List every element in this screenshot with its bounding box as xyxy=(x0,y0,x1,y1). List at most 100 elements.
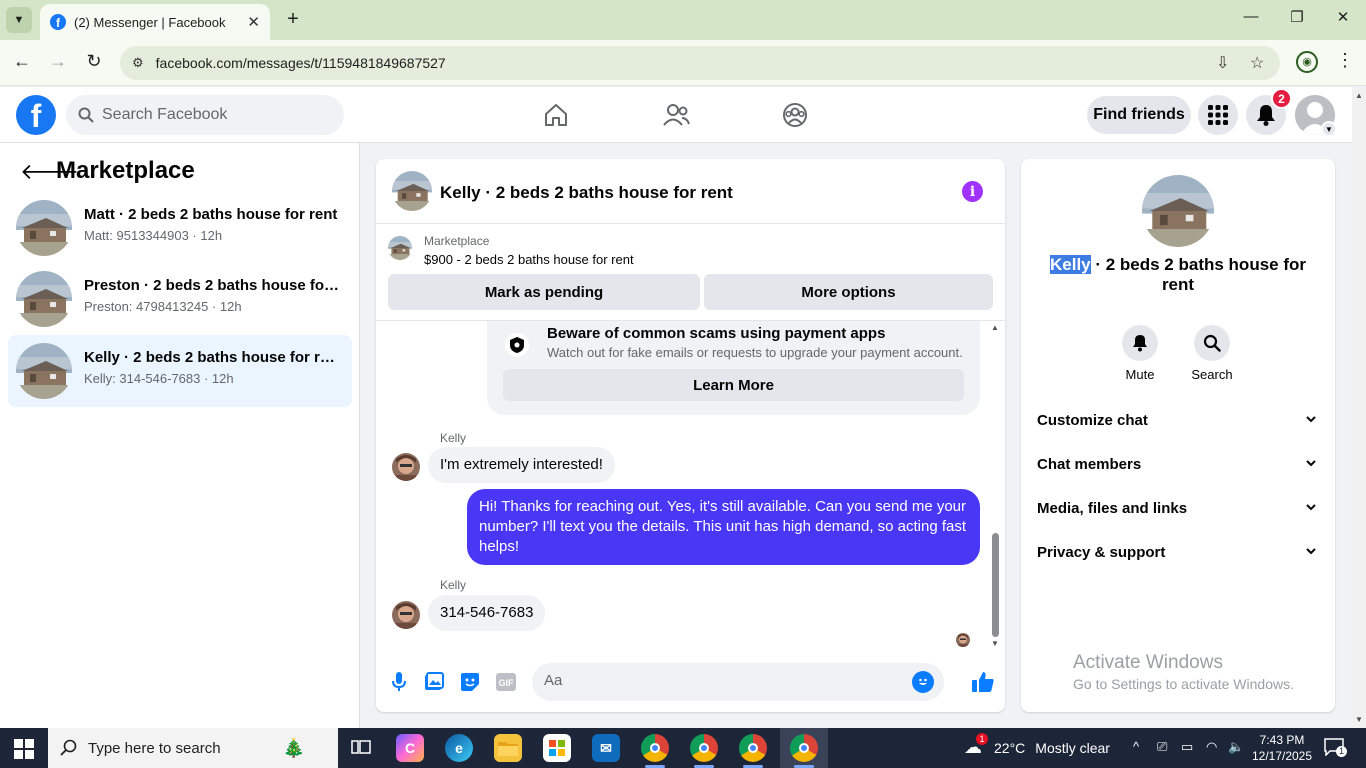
conversation-item[interactable]: Matt · 2 beds 2 baths house for rent Mat… xyxy=(8,192,352,264)
media-files-links-section[interactable]: Media, files and links xyxy=(1029,489,1327,529)
install-app-icon[interactable]: ⇩ xyxy=(1216,46,1229,80)
close-window-button[interactable]: ✕ xyxy=(1328,8,1358,26)
forward-button[interactable]: → xyxy=(46,51,70,72)
reload-button[interactable]: ↻ xyxy=(82,51,106,72)
notification-center-icon[interactable]: 1 xyxy=(1324,738,1347,758)
copilot-icon[interactable]: C xyxy=(396,734,424,762)
browser-toolbar: ← → ↻ ⚙ facebook.com/messages/t/11594818… xyxy=(0,40,1366,86)
listing-thumbnail[interactable] xyxy=(392,171,432,211)
sender-avatar[interactable] xyxy=(392,453,420,481)
battery-icon[interactable]: ▭ xyxy=(1181,739,1193,755)
scrollbar-thumb[interactable] xyxy=(992,533,999,637)
message-composer: GIF xyxy=(376,659,1005,705)
new-tab-button[interactable]: + xyxy=(282,8,304,31)
listing-photo[interactable] xyxy=(1142,175,1214,247)
customize-chat-section[interactable]: Customize chat xyxy=(1029,401,1327,441)
back-button[interactable]: ← xyxy=(10,51,34,72)
chrome-icon[interactable] xyxy=(641,734,669,762)
sender-avatar[interactable] xyxy=(392,601,420,629)
microphone-icon[interactable] xyxy=(388,671,410,693)
scroll-down-icon[interactable]: ▼ xyxy=(991,639,999,648)
gif-icon[interactable]: GIF xyxy=(495,671,517,693)
task-view-icon[interactable] xyxy=(347,734,375,762)
chat-scrollbar[interactable]: ▲ ▼ xyxy=(990,321,1002,651)
learn-more-button[interactable]: Learn More xyxy=(503,369,964,401)
info-icon[interactable]: i xyxy=(962,181,983,202)
chrome-profile-3-icon[interactable] xyxy=(739,734,767,762)
windows-start-icon[interactable] xyxy=(14,739,34,759)
more-options-button[interactable]: More options xyxy=(704,274,993,310)
privacy-support-section[interactable]: Privacy & support xyxy=(1029,533,1327,573)
mute-label: Mute xyxy=(1125,367,1155,382)
home-icon[interactable] xyxy=(536,97,576,133)
groups-icon[interactable] xyxy=(775,97,815,133)
mute-button[interactable]: Mute xyxy=(1110,325,1170,382)
read-receipt-avatar xyxy=(956,633,970,647)
sticker-icon[interactable] xyxy=(459,671,481,693)
find-friends-button[interactable]: Find friends xyxy=(1087,96,1191,134)
page-scrollbar[interactable]: ▲ ▼ xyxy=(1352,87,1366,728)
close-tab-icon[interactable]: ✕ xyxy=(247,13,260,31)
notification-badge: 2 xyxy=(1271,88,1292,109)
scroll-up-icon[interactable]: ▲ xyxy=(991,323,999,332)
file-explorer-icon[interactable] xyxy=(494,734,522,762)
outgoing-message: Hi! Thanks for reaching out. Yes, it's s… xyxy=(467,489,980,565)
marketplace-label: Marketplace xyxy=(424,234,490,248)
sender-name: Kelly xyxy=(440,578,467,592)
conversation-item[interactable]: Preston · 2 beds 2 baths house for rent … xyxy=(8,263,352,335)
photo-icon[interactable] xyxy=(423,671,445,693)
scam-warning-card: Beware of common scams using payment app… xyxy=(487,321,980,415)
volume-icon[interactable]: 🔈 xyxy=(1228,739,1244,755)
mail-icon[interactable]: ✉ xyxy=(592,734,620,762)
address-bar[interactable]: ⚙ facebook.com/messages/t/11594818496875… xyxy=(120,46,1280,80)
search-label: Search xyxy=(1191,367,1233,382)
chat-details-title: Kelly · 2 beds 2 baths house for rent xyxy=(1037,255,1319,295)
microsoft-store-icon[interactable] xyxy=(543,734,571,762)
clock-time: 7:43 PM xyxy=(1259,733,1305,747)
facebook-logo[interactable]: f xyxy=(16,95,56,135)
facebook-search[interactable] xyxy=(66,95,344,135)
incoming-message: 314-546-7683 xyxy=(428,595,546,631)
tab-search-button[interactable]: ▼ xyxy=(6,7,32,33)
marketplace-conversations-panel: 🡐 Marketplace Matt · 2 beds 2 baths hous… xyxy=(0,143,360,728)
taskbar-search-placeholder: Type here to search xyxy=(88,739,221,757)
section-label: Chat members xyxy=(1037,456,1142,473)
minimize-button[interactable]: — xyxy=(1236,8,1266,25)
weather-widget[interactable]: ☁ 1 22°C Mostly clear xyxy=(964,733,1110,758)
emoji-icon[interactable] xyxy=(912,671,934,693)
chat-members-section[interactable]: Chat members xyxy=(1029,445,1327,485)
wifi-icon[interactable]: ◠ xyxy=(1206,739,1217,755)
search-conversation-button[interactable]: Search xyxy=(1182,325,1242,382)
restore-button[interactable]: ❐ xyxy=(1282,8,1312,26)
chevron-down-icon xyxy=(1306,416,1316,423)
chrome-profile-icon[interactable]: ◉ xyxy=(1296,51,1318,73)
friends-icon[interactable] xyxy=(656,97,696,133)
edge-browser-icon[interactable]: e xyxy=(445,734,473,762)
chrome-active-icon[interactable] xyxy=(790,734,818,762)
search-input[interactable] xyxy=(102,106,322,124)
site-info-icon[interactable]: ⚙ xyxy=(132,55,144,71)
chevron-up-icon[interactable]: ^ xyxy=(1133,739,1139,754)
chrome-profile-2-icon[interactable] xyxy=(690,734,718,762)
sender-name: Kelly xyxy=(440,431,467,445)
section-label: Customize chat xyxy=(1037,412,1148,429)
system-clock[interactable]: 7:43 PM 12/17/2025 xyxy=(1250,732,1314,764)
chat-title[interactable]: Kelly · 2 beds 2 baths house for rent xyxy=(440,183,733,203)
chrome-menu-icon[interactable]: ⋮ xyxy=(1336,50,1354,71)
scroll-down-icon[interactable]: ▼ xyxy=(1355,715,1363,724)
clock-date: 12/17/2025 xyxy=(1251,749,1313,763)
scroll-up-icon[interactable]: ▲ xyxy=(1355,91,1363,100)
browser-tab[interactable]: f (2) Messenger | Facebook ✕ xyxy=(40,4,270,40)
conversation-item-active[interactable]: Kelly · 2 beds 2 baths house for rent Ke… xyxy=(8,335,352,407)
meet-now-icon[interactable]: ⎚ xyxy=(1157,739,1167,755)
chevron-down-icon[interactable]: ▼ xyxy=(1321,121,1337,137)
thumbs-up-icon[interactable] xyxy=(970,669,996,695)
bookmark-star-icon[interactable]: ☆ xyxy=(1250,46,1264,80)
activate-windows-watermark: Activate Windows Go to Settings to activ… xyxy=(1073,652,1294,692)
listing-price[interactable]: $900 - 2 beds 2 baths house for rent xyxy=(424,252,634,267)
menu-grid-icon[interactable] xyxy=(1198,95,1238,135)
message-input[interactable] xyxy=(544,672,904,689)
conversation-name: Matt · 2 beds 2 baths house for rent xyxy=(84,206,338,223)
holiday-ornaments-icon[interactable]: 🎄 xyxy=(258,732,330,764)
mark-as-pending-button[interactable]: Mark as pending xyxy=(388,274,700,310)
